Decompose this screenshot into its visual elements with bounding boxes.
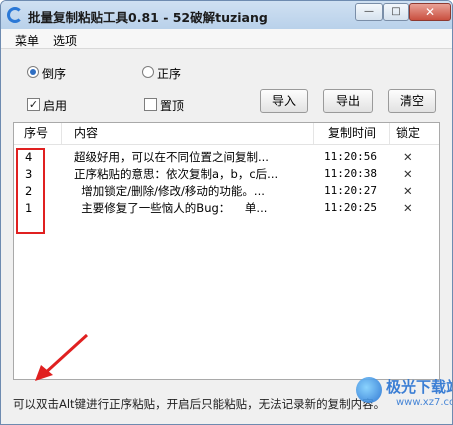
clear-button[interactable]: 清空 — [388, 89, 436, 113]
watermark-name: 极光下载站 — [386, 378, 452, 396]
table-row[interactable]: 1 主要修复了一些恼人的Bug： 单... 11:20:25 ✕ — [14, 200, 439, 216]
radio-unselected-icon — [142, 66, 154, 78]
maximize-button[interactable]: □ — [383, 3, 409, 21]
order-desc-label: 倒序 — [42, 67, 67, 81]
column-header-content[interactable]: 内容 — [62, 123, 314, 144]
index-highlight-annotation — [16, 148, 45, 234]
row-time: 11:20:27 — [324, 184, 377, 197]
row-content: 增加锁定/删除/修改/移动的功能。... — [74, 184, 265, 198]
minimize-button[interactable]: — — [355, 3, 383, 21]
row-time: 11:20:56 — [324, 150, 377, 163]
lock-x-icon[interactable]: ✕ — [403, 166, 417, 182]
checkmark-icon: ✓ — [27, 98, 40, 111]
empty-checkbox-icon — [144, 98, 157, 111]
row-content: 正序粘贴的意思：依次复制a，b，c后... — [74, 167, 279, 181]
list-header: 序号 内容 复制时间 锁定 — [14, 123, 439, 145]
watermark-url: www.xz7.com — [396, 397, 452, 408]
window-title: 批量复制粘贴工具0.81 - 52破解tuziang — [28, 10, 268, 25]
pin-label: 置顶 — [160, 99, 185, 113]
lock-x-icon[interactable]: ✕ — [403, 149, 417, 165]
radio-selected-icon — [27, 66, 39, 78]
lock-x-icon[interactable]: ✕ — [403, 200, 417, 216]
column-header-time[interactable]: 复制时间 — [314, 123, 390, 144]
row-time: 11:20:25 — [324, 201, 377, 214]
import-button[interactable]: 导入 — [260, 89, 308, 113]
lock-x-icon[interactable]: ✕ — [403, 183, 417, 199]
annotation-arrow-icon — [35, 333, 89, 381]
status-text: 可以双击Alt键进行正序粘贴，开启后只能粘贴，无法记录新的复制内容。 — [13, 397, 386, 411]
title-bar[interactable]: 批量复制粘贴工具0.81 - 52破解tuziang — □ ✕ — [1, 1, 452, 29]
table-row[interactable]: 2 增加锁定/删除/修改/移动的功能。... 11:20:27 ✕ — [14, 183, 439, 199]
export-button[interactable]: 导出 — [323, 89, 373, 113]
table-row[interactable]: 3 正序粘贴的意思：依次复制a，b，c后... 11:20:38 ✕ — [14, 166, 439, 182]
app-window: 批量复制粘贴工具0.81 - 52破解tuziang — □ ✕ 菜单 选项 倒… — [0, 0, 453, 425]
table-row[interactable]: 4 超级好用，可以在不同位置之间复制... 11:20:56 ✕ — [14, 149, 439, 165]
menu-main[interactable]: 菜单 — [15, 32, 39, 49]
row-time: 11:20:38 — [324, 167, 377, 180]
menu-options[interactable]: 选项 — [53, 32, 77, 49]
watermark-logo-icon — [356, 377, 382, 403]
column-header-lock[interactable]: 锁定 — [390, 123, 439, 144]
enable-label: 启用 — [43, 99, 68, 113]
row-content: 超级好用，可以在不同位置之间复制... — [74, 150, 269, 164]
row-content: 主要修复了一些恼人的Bug： 单... — [74, 201, 268, 215]
order-asc-label: 正序 — [157, 67, 182, 81]
watermark: 极光下载站 www.xz7.com — [356, 373, 452, 413]
close-button[interactable]: ✕ — [409, 3, 451, 21]
column-header-index[interactable]: 序号 — [14, 123, 62, 144]
menu-bar: 菜单 选项 — [1, 29, 452, 49]
app-icon — [7, 7, 23, 23]
